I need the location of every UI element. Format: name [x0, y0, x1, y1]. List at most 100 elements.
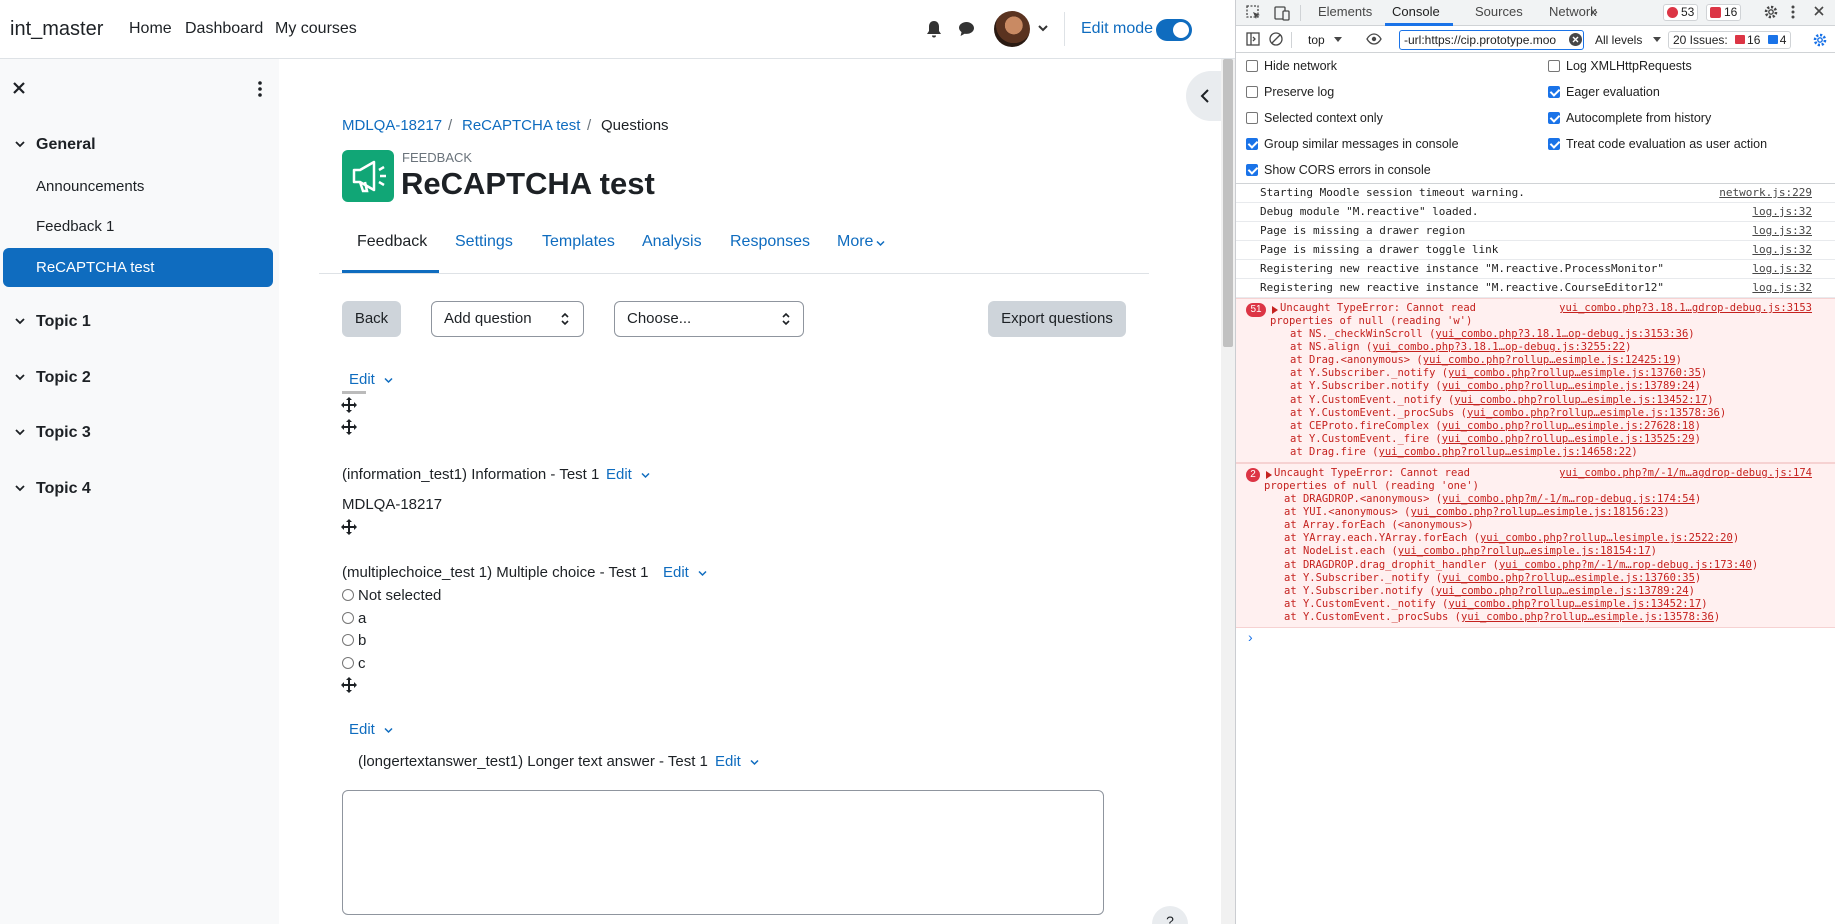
radio-not-selected[interactable]: [342, 589, 354, 601]
site-brand[interactable]: int_master: [10, 18, 103, 41]
drawer-item-announcements[interactable]: Announcements: [36, 178, 144, 195]
tab-elements[interactable]: Elements: [1318, 4, 1372, 19]
section-topic-2[interactable]: Topic 2: [36, 369, 91, 387]
checkbox-hide-network[interactable]: [1246, 60, 1258, 72]
chevron-down-icon[interactable]: [14, 138, 26, 150]
stack-frame-link[interactable]: yui_combo.php?rollup…esimple.js:13578:36: [1467, 407, 1720, 419]
edit-menu-longtext[interactable]: Edit: [715, 753, 741, 770]
expand-triangle-icon[interactable]: [1266, 471, 1272, 479]
edit-menu-2[interactable]: Edit: [349, 721, 375, 738]
tab-responses[interactable]: Responses: [730, 233, 810, 251]
section-topic-4[interactable]: Topic 4: [36, 480, 91, 498]
radio-b[interactable]: [342, 634, 354, 646]
checkbox-preserve-log[interactable]: [1246, 86, 1258, 98]
tab-sources[interactable]: Sources: [1475, 4, 1523, 19]
chevron-down-icon[interactable]: [14, 482, 26, 494]
stack-frame-link[interactable]: yui_combo.php?rollup…esimple.js:13760:35: [1442, 572, 1695, 584]
user-menu-chevron-icon[interactable]: [1038, 24, 1048, 32]
stack-frame-link[interactable]: yui_combo.php?rollup…esimple.js:13452:17: [1454, 394, 1707, 406]
checkbox-eager-eval[interactable]: [1548, 86, 1560, 98]
warning-count-badge[interactable]: 16: [1706, 4, 1742, 21]
radio-a[interactable]: [342, 612, 354, 624]
stack-frame-link[interactable]: yui_combo.php?m/-1/m…rop-debug.js:173:40: [1499, 559, 1752, 571]
log-levels-dropdown[interactable]: All levels: [1595, 33, 1642, 47]
device-toolbar-icon[interactable]: [1274, 5, 1290, 21]
console-prompt[interactable]: ›: [1248, 629, 1253, 645]
radio-c[interactable]: [342, 657, 354, 669]
source-link[interactable]: log.js:32: [1752, 203, 1812, 221]
source-link[interactable]: log.js:32: [1752, 279, 1812, 297]
back-button[interactable]: Back: [342, 301, 401, 337]
section-general[interactable]: General: [36, 136, 96, 154]
export-questions-button[interactable]: Export questions: [988, 301, 1126, 337]
longer-text-answer-textarea[interactable]: [342, 790, 1104, 915]
section-topic-3[interactable]: Topic 3: [36, 424, 91, 442]
tab-feedback[interactable]: Feedback: [357, 233, 427, 251]
error-source-link[interactable]: yui_combo.php?3.18.1…gdrop-debug.js:3153: [1559, 302, 1812, 314]
move-icon[interactable]: [341, 519, 357, 535]
console-settings-gear-icon[interactable]: [1812, 32, 1828, 48]
error-source-link[interactable]: yui_combo.php?m/-1/m…agdrop-debug.js:174: [1559, 467, 1812, 479]
clear-filter-icon[interactable]: [1569, 33, 1582, 46]
inspect-element-icon[interactable]: [1246, 5, 1262, 21]
source-link[interactable]: log.js:32: [1752, 241, 1812, 259]
bell-icon[interactable]: [926, 20, 942, 38]
source-link[interactable]: log.js:32: [1752, 260, 1812, 278]
checkbox-selected-context[interactable]: [1246, 112, 1258, 124]
user-avatar[interactable]: [994, 11, 1030, 47]
context-selector[interactable]: top: [1308, 33, 1325, 47]
stack-frame-link[interactable]: yui_combo.php?rollup…esimple.js:13578:36: [1461, 611, 1714, 623]
gear-icon[interactable]: [1763, 4, 1779, 20]
move-icon[interactable]: [341, 419, 357, 435]
drawer-item-feedback-1[interactable]: Feedback 1: [36, 218, 114, 235]
stack-frame-link[interactable]: yui_combo.php?rollup…esimple.js:27628:18: [1442, 420, 1695, 432]
stack-frame-link[interactable]: yui_combo.php?3.18.1…op-debug.js:3255:22: [1372, 341, 1625, 353]
nav-home[interactable]: Home: [129, 20, 172, 38]
chat-icon[interactable]: [958, 21, 975, 37]
source-link[interactable]: log.js:32: [1752, 222, 1812, 240]
expand-triangle-icon[interactable]: [1272, 306, 1278, 314]
stack-frame-link[interactable]: yui_combo.php?rollup…lesimple.js:2522:20: [1480, 532, 1733, 544]
checkbox-treat-code-eval[interactable]: [1548, 138, 1560, 150]
stack-frame-link[interactable]: yui_combo.php?m/-1/m…rop-debug.js:174:54: [1442, 493, 1695, 505]
stack-frame-link[interactable]: yui_combo.php?rollup…esimple.js:13789:24: [1442, 380, 1695, 392]
checkbox-log-xhr[interactable]: [1548, 60, 1560, 72]
source-link[interactable]: network.js:229: [1719, 184, 1812, 202]
tab-settings[interactable]: Settings: [455, 233, 513, 251]
stack-frame-link[interactable]: yui_combo.php?rollup…esimple.js:14658:22: [1379, 446, 1632, 458]
checkbox-show-cors[interactable]: [1246, 164, 1258, 176]
nav-my-courses[interactable]: My courses: [275, 20, 357, 38]
more-tabs-icon[interactable]: »: [1590, 3, 1598, 19]
edit-menu-1[interactable]: Edit: [349, 371, 375, 388]
chevron-down-icon[interactable]: [14, 315, 26, 327]
nav-dashboard[interactable]: Dashboard: [185, 20, 263, 38]
section-topic-1[interactable]: Topic 1: [36, 313, 91, 331]
chevron-down-icon[interactable]: [14, 426, 26, 438]
tab-analysis[interactable]: Analysis: [642, 233, 702, 251]
kebab-menu-icon[interactable]: [258, 81, 262, 97]
move-icon[interactable]: [341, 397, 357, 413]
checkbox-group-similar[interactable]: [1246, 138, 1258, 150]
edit-menu-info[interactable]: Edit: [606, 466, 632, 483]
close-icon[interactable]: [1813, 5, 1825, 17]
console-filter-input[interactable]: -url:https://cip.prototype.moo: [1399, 30, 1584, 50]
tab-console[interactable]: Console: [1392, 4, 1440, 19]
stack-frame-link[interactable]: yui_combo.php?rollup…esimple.js:18154:17: [1398, 545, 1651, 557]
sidebar-toggle-icon[interactable]: [1246, 32, 1260, 46]
edit-menu-mc[interactable]: Edit: [663, 564, 689, 581]
close-icon[interactable]: [12, 81, 26, 95]
checkbox-autocomplete[interactable]: [1548, 112, 1560, 124]
stack-frame-link[interactable]: yui_combo.php?rollup…esimple.js:13452:17: [1448, 598, 1701, 610]
eye-icon[interactable]: [1366, 33, 1382, 45]
kebab-menu-icon[interactable]: [1791, 5, 1795, 19]
issues-button[interactable]: 20 Issues: 16 4: [1668, 31, 1792, 49]
chevron-down-icon[interactable]: [14, 371, 26, 383]
clear-console-icon[interactable]: [1269, 32, 1283, 46]
stack-frame-link[interactable]: yui_combo.php?rollup…esimple.js:13789:24: [1436, 585, 1689, 597]
tab-more[interactable]: More: [837, 233, 873, 251]
stack-frame-link[interactable]: yui_combo.php?rollup…esimple.js:18156:23: [1410, 506, 1663, 518]
stack-frame-link[interactable]: yui_combo.php?rollup…esimple.js:13760:35: [1448, 367, 1701, 379]
stack-frame-link[interactable]: yui_combo.php?rollup…esimple.js:13525:29: [1442, 433, 1695, 445]
breadcrumb-activity[interactable]: ReCAPTCHA test: [462, 117, 580, 134]
stack-frame-link[interactable]: yui_combo.php?3.18.1…op-debug.js:3153:36: [1435, 328, 1688, 340]
